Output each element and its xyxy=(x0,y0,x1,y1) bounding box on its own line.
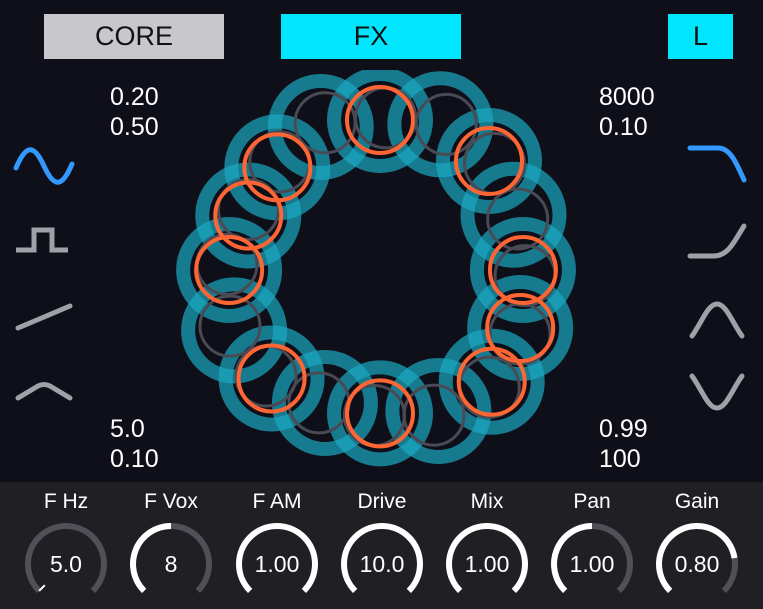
knob-f-am[interactable]: F AM 1.00 xyxy=(225,482,329,609)
tab-fx[interactable]: FX xyxy=(281,14,461,59)
knob-label: Mix xyxy=(470,490,504,513)
param-value: 0.20 xyxy=(110,83,159,111)
param-readout-bottom-left: 5.0 0.10 xyxy=(110,414,159,474)
param-value: 0.50 xyxy=(110,113,159,141)
notch-filter-icon[interactable] xyxy=(684,368,750,418)
knob-label: Gain xyxy=(674,490,720,513)
tab-core[interactable]: CORE xyxy=(44,14,224,59)
param-value: 0.99 xyxy=(599,415,648,443)
knob-value: 10.0 xyxy=(359,551,405,577)
channel-toggle-button[interactable]: L xyxy=(668,14,733,59)
square-wave-icon[interactable] xyxy=(12,218,78,262)
param-value: 0.10 xyxy=(110,445,159,473)
knob-value: 0.80 xyxy=(674,551,720,577)
knob-value: 8 xyxy=(164,551,178,577)
param-value: 0.10 xyxy=(599,113,648,141)
bandpass-filter-icon[interactable] xyxy=(684,294,750,344)
param-readout-top-left: 0.20 0.50 xyxy=(110,82,159,142)
knob-drive[interactable]: Drive 10.0 xyxy=(330,482,434,609)
knob-panel: F Hz 5.0 F Vox 8 F AM 1.00 Drive 10.0 Mix 1.00 Pan… xyxy=(0,482,763,609)
knob-value: 5.0 xyxy=(50,551,82,577)
knob-label: F Hz xyxy=(43,490,89,513)
knob-f-hz[interactable]: F Hz 5.0 xyxy=(14,482,118,609)
knob-mix[interactable]: Mix 1.00 xyxy=(435,482,539,609)
knob-label: Drive xyxy=(357,490,407,513)
param-value: 100 xyxy=(599,445,641,473)
knob-value: 1.00 xyxy=(254,551,300,577)
knob-label: Pan xyxy=(573,490,611,513)
param-value: 5.0 xyxy=(110,415,145,443)
lowpass-filter-icon[interactable] xyxy=(684,138,750,188)
param-readout-top-right: 8000 0.10 xyxy=(599,82,655,142)
knob-value: 1.00 xyxy=(464,551,510,577)
param-value: 8000 xyxy=(599,83,655,111)
ring-visualizer xyxy=(176,70,576,467)
highpass-filter-icon[interactable] xyxy=(684,218,750,266)
knob-label: F AM xyxy=(252,490,302,513)
knob-label: F Vox xyxy=(144,490,198,513)
saw-wave-icon[interactable] xyxy=(12,298,78,338)
knob-pan[interactable]: Pan 1.00 xyxy=(540,482,644,609)
knob-gain[interactable]: Gain 0.80 xyxy=(645,482,749,609)
triangle-wave-icon[interactable] xyxy=(12,370,78,410)
knob-value: 1.00 xyxy=(569,551,615,577)
sine-wave-icon[interactable] xyxy=(12,140,78,192)
knob-f-vox[interactable]: F Vox 8 xyxy=(119,482,223,609)
param-readout-bottom-right: 0.99 100 xyxy=(599,414,648,474)
